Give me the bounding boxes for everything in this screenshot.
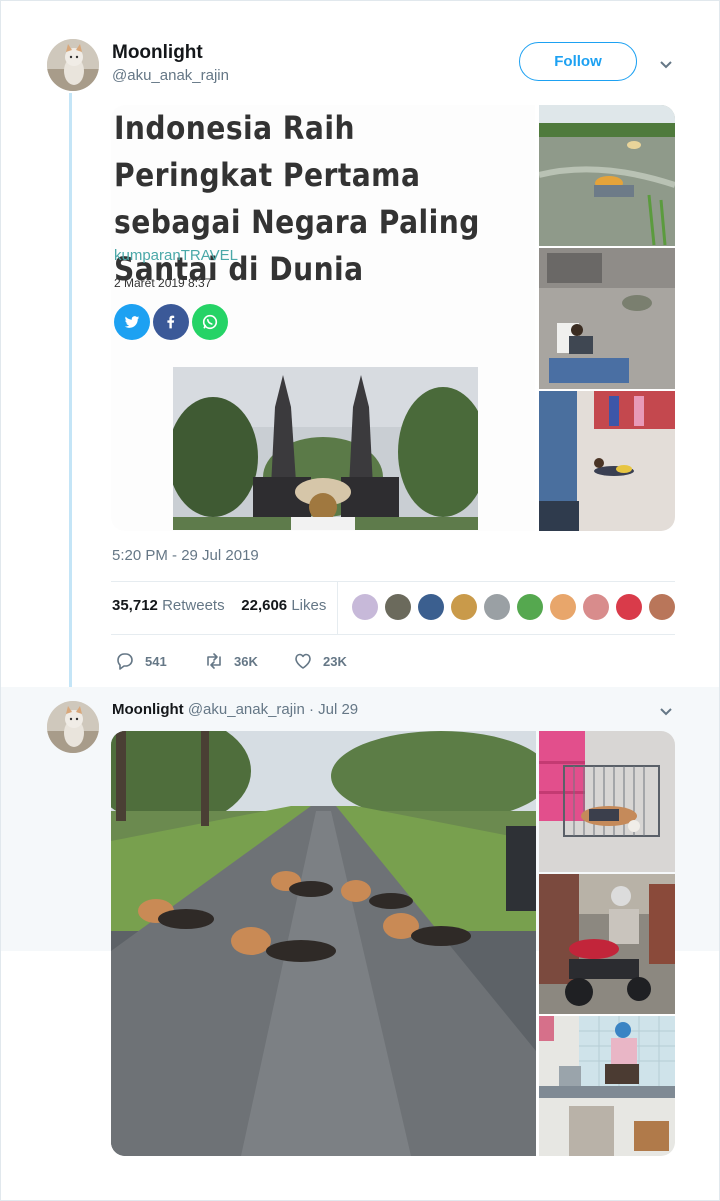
temple-photo [173, 367, 478, 530]
store-floor-photo[interactable] [539, 391, 675, 531]
author-name[interactable]: Moonlight [112, 42, 203, 64]
liker-avatar[interactable] [550, 594, 576, 620]
likes-stat[interactable]: 22,606 Likes [241, 597, 326, 614]
tweet-timestamp[interactable]: 5:20 PM - 29 Jul 2019 [112, 547, 259, 564]
like-action[interactable]: 23K [293, 651, 347, 671]
retweets-count: 35,712 [112, 597, 158, 614]
liker-avatar[interactable] [649, 594, 675, 620]
avatar[interactable] [47, 701, 99, 753]
liker-avatar[interactable] [583, 594, 609, 620]
liker-avatar[interactable] [616, 594, 642, 620]
author-handle[interactable]: @aku_anak_rajin [112, 67, 229, 84]
facebook-share-icon [153, 304, 189, 340]
like-count: 23K [323, 653, 347, 669]
tweet-media-grid [111, 731, 675, 1156]
chevron-down-icon[interactable] [658, 57, 674, 73]
engagement-stats: 35,712 Retweets 22,606 Likes [112, 597, 326, 614]
retweet-icon [207, 653, 221, 669]
tweet-date[interactable]: Jul 29 [318, 701, 358, 718]
liker-avatar[interactable] [352, 594, 378, 620]
likes-count: 22,606 [241, 597, 288, 614]
liker-avatars [352, 594, 675, 620]
reply-count: 541 [145, 653, 167, 669]
article-headline: Indonesia Raih Peringkat Pertama sebagai… [114, 109, 480, 288]
divider [111, 581, 675, 582]
article-date: 2 Maret 2019 8:37 [114, 276, 212, 290]
like-icon [295, 653, 311, 669]
reply-action[interactable]: 541 [115, 651, 167, 671]
chevron-down-icon[interactable] [658, 704, 674, 720]
liker-avatar[interactable] [418, 594, 444, 620]
article-screenshot[interactable]: Indonesia Raih Peringkat Pertama sebagai… [111, 105, 535, 531]
likes-label: Likes [291, 597, 327, 614]
whatsapp-share-icon [192, 304, 228, 340]
author-handle[interactable]: @aku_anak_rajin [188, 701, 305, 718]
thread-line [69, 93, 72, 697]
courtyard-photo[interactable] [539, 248, 675, 389]
avatar[interactable] [47, 39, 99, 91]
motorbike-photo[interactable] [539, 874, 675, 1014]
retweets-label: Retweets [162, 597, 225, 614]
kitchen-photo[interactable] [539, 1016, 675, 1156]
divider [111, 634, 675, 635]
tweet-media-grid: Indonesia Raih Peringkat Pertama sebagai… [111, 105, 675, 531]
reply-tweet-header: Moonlight @aku_anak_rajin · Jul 29 [112, 701, 358, 718]
liker-avatar[interactable] [385, 594, 411, 620]
meta-separator: · [308, 701, 314, 718]
liker-avatar[interactable] [517, 594, 543, 620]
stats-separator [337, 581, 338, 634]
road-photo[interactable] [111, 731, 536, 1156]
rice-field-photo[interactable] [539, 105, 675, 246]
retweet-count: 36K [234, 653, 258, 669]
author-name[interactable]: Moonlight [112, 701, 184, 718]
liker-avatar[interactable] [451, 594, 477, 620]
retweet-action[interactable]: 36K [204, 651, 258, 671]
twitter-share-icon [114, 304, 150, 340]
article-source: kumparanTRAVEL [114, 247, 238, 264]
reply-icon [117, 653, 133, 670]
liker-avatar[interactable] [484, 594, 510, 620]
cage-photo[interactable] [539, 731, 675, 872]
retweets-stat[interactable]: 35,712 Retweets [112, 597, 225, 614]
follow-button[interactable]: Follow [519, 42, 637, 81]
